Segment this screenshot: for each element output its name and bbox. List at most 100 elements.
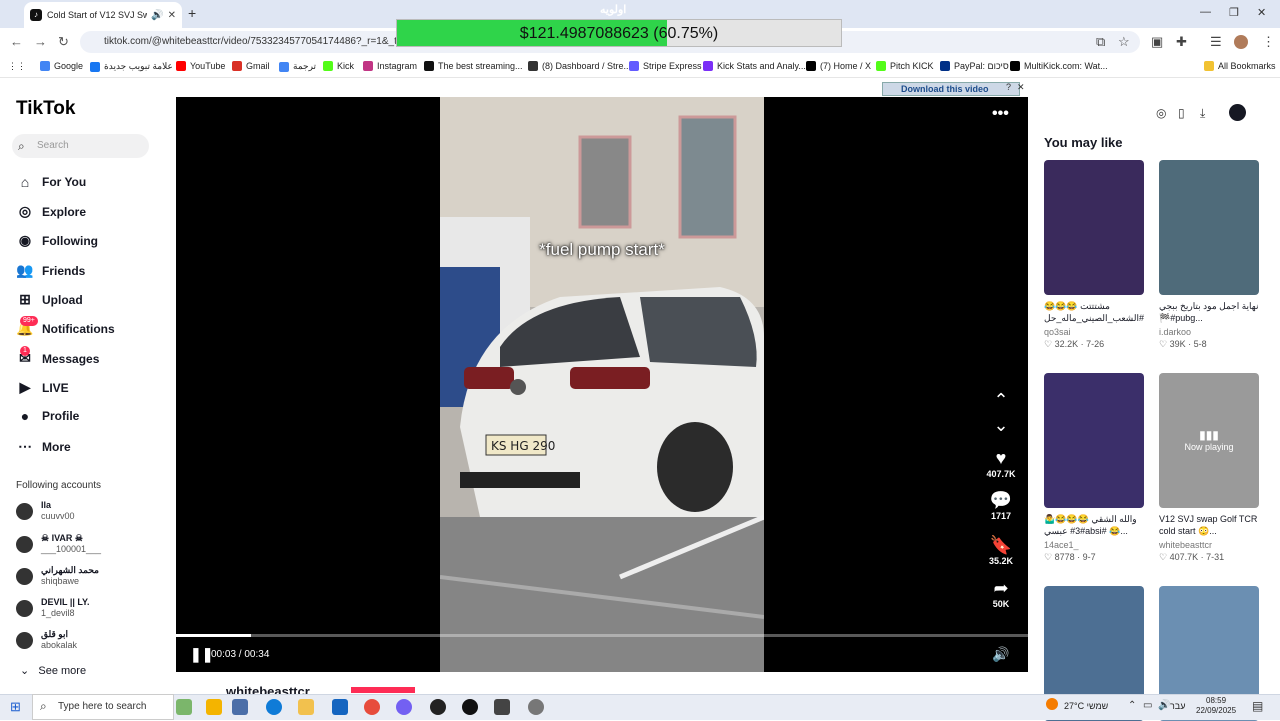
download-icon[interactable]: ⤓ <box>1200 106 1205 121</box>
recommended-video-card[interactable]: 😂😂😂 مشتتتت #الشعب_الصيني_ماله_حل... qo3sa… <box>1044 160 1144 350</box>
bookmark-item[interactable]: (7) Home / X <box>806 61 871 71</box>
language-indicator[interactable]: עבר <box>1170 701 1185 711</box>
tab-close-icon[interactable]: ✕ <box>168 10 176 21</box>
bookmark-item[interactable]: The best streaming... <box>424 61 523 71</box>
tiktok-logo[interactable]: TikTok <box>16 98 75 120</box>
volume-icon[interactable]: 🔊 <box>992 646 1009 663</box>
weather-text[interactable]: 27°C שמשי <box>1064 701 1108 711</box>
coins-icon[interactable]: ◎ <box>1156 106 1166 120</box>
see-more-button[interactable]: ⌄ See more <box>20 664 86 677</box>
sidebar-item-profile[interactable]: ● Profile <box>16 408 80 424</box>
maximize-icon[interactable]: ❐ <box>1229 6 1239 19</box>
chevron-up-icon[interactable]: ⌃ <box>1128 700 1136 711</box>
card-author[interactable]: whitebeasttcr <box>1159 540 1259 550</box>
bookmark-item[interactable]: Kick Stats and Analy... <box>703 61 806 71</box>
video-thumbnail[interactable]: ▮▮▮ Now playing <box>1159 373 1259 508</box>
obs-icon[interactable] <box>494 699 510 715</box>
bookmark-item[interactable]: YouTube <box>176 61 225 71</box>
install-app-icon[interactable]: ⧉ <box>1096 34 1105 50</box>
download-video-button[interactable]: Download this video <box>882 82 1020 96</box>
url-text[interactable]: tiktok.com/@whitebeasttcr/video/75332345… <box>104 36 415 47</box>
video-progress-bar[interactable] <box>176 634 1028 637</box>
card-author[interactable]: i.darkoo <box>1159 327 1259 337</box>
weather-icon[interactable] <box>1046 698 1058 710</box>
video-thumbnail[interactable] <box>1044 373 1144 508</box>
bookmark-item[interactable]: Pitch KICK <box>876 61 934 71</box>
bookmark-item[interactable]: علامة تبويب جديدة <box>90 61 173 72</box>
settings-gear-icon[interactable] <box>528 699 544 715</box>
capcut-icon[interactable] <box>462 699 478 715</box>
sidebar-item-live[interactable]: ▶ LIVE <box>16 379 69 396</box>
bookmark-item[interactable]: PayPal: סיכום <box>940 61 1009 71</box>
recommended-video-card[interactable]: ▮▮▮ Now playing V12 SVJ swap Golf TCR cold… <box>1159 373 1259 563</box>
following-account[interactable]: Ila cuuvv00 <box>16 500 75 522</box>
pause-icon[interactable]: ❚❚ <box>190 646 213 663</box>
sidebar-item-for-you[interactable]: ⌂ For You <box>16 174 86 190</box>
close-download-icon[interactable]: ✕ <box>1017 82 1025 93</box>
taskbar-clock[interactable]: 08:59 22/09/2025 <box>1196 696 1236 716</box>
comment-button[interactable]: 💬 1717 <box>984 489 1018 521</box>
following-account[interactable]: DEVIL || LY. 1_devil8 <box>16 597 90 619</box>
next-video-button[interactable]: ⌄ <box>984 414 1018 436</box>
recommended-video-card[interactable]: 🤷‍♂️😂😂😂 والله الشقي 3# عبسي#absi# 😂... 14… <box>1044 373 1144 563</box>
share-button[interactable]: ➦ 50K <box>984 577 1018 609</box>
all-bookmarks-button[interactable]: All Bookmarks <box>1204 61 1276 71</box>
puzzle-icon[interactable]: ✚ <box>1176 34 1187 50</box>
bookmark-item[interactable]: Kick <box>323 61 354 71</box>
bookmark-item[interactable]: ترجمة <box>279 61 316 72</box>
card-author[interactable]: 14ace1_ <box>1044 540 1144 550</box>
back-icon[interactable]: ← <box>10 34 23 49</box>
windows-start-icon[interactable]: ⊞ <box>10 699 21 715</box>
user-avatar-icon[interactable] <box>1229 104 1246 121</box>
notification-center-icon[interactable]: ▤ <box>1252 699 1263 713</box>
following-account[interactable]: ابو قلق abokalak <box>16 629 77 651</box>
network-icon[interactable]: ▭ <box>1143 700 1152 711</box>
new-tab-button[interactable]: + <box>188 5 196 21</box>
browser-tab[interactable]: ♪ Cold Start of V12 SVJ Swap 🔊 ✕ <box>24 2 182 28</box>
kebab-menu-icon[interactable]: ⋮ <box>1262 34 1275 50</box>
app-icon[interactable] <box>430 699 446 715</box>
following-account[interactable]: ☠ IVAR ☠ ___100001___ <box>16 533 101 555</box>
bookmark-item[interactable]: Stripe Express <box>629 61 702 71</box>
following-account[interactable]: محمد الشهراني shiqbawe <box>16 565 99 587</box>
sidebar-item-more[interactable]: ⋯ More <box>16 438 71 455</box>
video-thumbnail[interactable] <box>1044 160 1144 295</box>
chrome-icon[interactable] <box>364 699 380 715</box>
bookmark-item[interactable]: Instagram <box>363 61 417 71</box>
sidebar-item-friends[interactable]: 👥 Friends <box>16 262 85 279</box>
extension-icon[interactable]: ▣ <box>1151 34 1163 50</box>
bookmark-item[interactable]: Google <box>40 61 83 71</box>
bookmark-star-icon[interactable]: ☆ <box>1118 34 1130 50</box>
follow-button[interactable] <box>351 687 415 693</box>
more-options-icon[interactable]: ••• <box>992 105 1009 123</box>
previous-video-button[interactable]: ⌃ <box>984 389 1018 411</box>
card-author[interactable]: qo3sai <box>1044 327 1144 337</box>
like-button[interactable]: ♥ 407.7K <box>984 447 1018 479</box>
reload-icon[interactable]: ↻ <box>58 34 69 50</box>
widgets-icon[interactable] <box>176 699 192 715</box>
profile-avatar-icon[interactable] <box>1234 35 1248 49</box>
bookmark-item[interactable]: (8) Dashboard / Stre... <box>528 61 631 71</box>
bookmark-item[interactable]: Gmail <box>232 61 270 71</box>
search-highlight-icon[interactable] <box>206 699 222 715</box>
bookmark-item[interactable]: MultiKick.com: Wat... <box>1010 61 1108 71</box>
forward-icon[interactable]: → <box>34 34 47 49</box>
menu-list-icon[interactable]: ☰ <box>1210 34 1222 50</box>
recommended-video-card[interactable]: نهاية اجمل مود بتاريخ ببجي 🏁#pubg... i.da… <box>1159 160 1259 350</box>
apps-grid-icon[interactable]: ⋮⋮ <box>8 61 26 72</box>
video-frame[interactable]: KS HG 290 <box>440 97 764 672</box>
task-view-icon[interactable] <box>232 699 248 715</box>
sidebar-item-upload[interactable]: ⊞ Upload <box>16 291 83 308</box>
device-icon[interactable]: ▯ <box>1178 106 1185 120</box>
help-icon[interactable]: ? <box>1006 82 1011 92</box>
save-button[interactable]: 🔖 35.2K <box>984 534 1018 566</box>
file-explorer-icon[interactable] <box>298 699 314 715</box>
mail-icon[interactable] <box>332 699 348 715</box>
speaker-icon[interactable]: 🔊 <box>1158 700 1170 711</box>
tab-audio-icon[interactable]: 🔊 <box>151 10 163 21</box>
close-window-icon[interactable]: ✕ <box>1257 6 1266 19</box>
sidebar-item-following[interactable]: ◉ Following <box>16 232 98 249</box>
search-input[interactable] <box>12 134 149 158</box>
viber-icon[interactable] <box>396 699 412 715</box>
edge-icon[interactable] <box>266 699 282 715</box>
